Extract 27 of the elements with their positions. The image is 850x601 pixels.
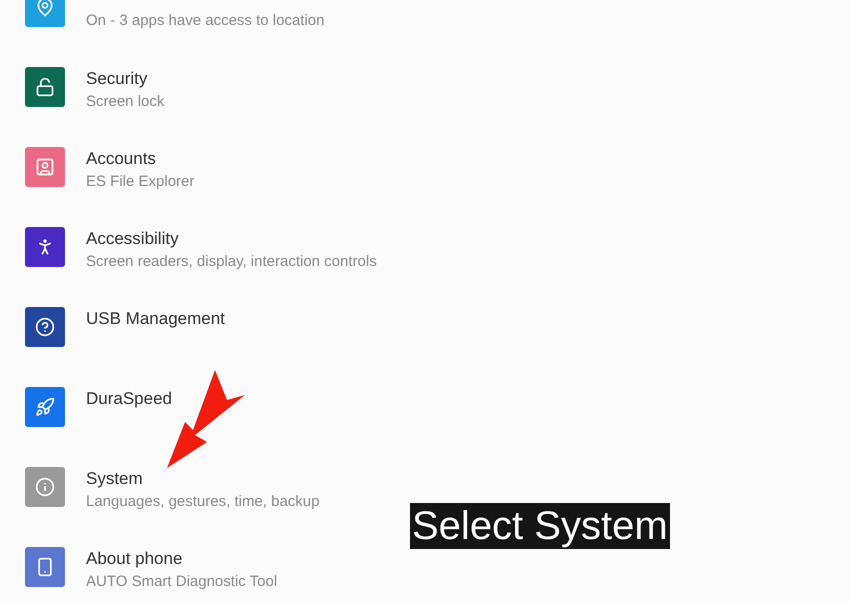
settings-item[interactable]: USB Management bbox=[0, 307, 400, 387]
map-pin-icon bbox=[35, 0, 55, 17]
setting-title: Accounts bbox=[86, 148, 157, 170]
video-caption: Select System bbox=[410, 503, 670, 549]
settings-item[interactable]: About phone AUTO Smart Diagnostic Tool bbox=[0, 547, 400, 601]
open-padlock-icon bbox=[35, 77, 55, 97]
settings-item[interactable]: System Languages, gestures, time, backup bbox=[0, 467, 400, 547]
setting-subtitle: Screen lock bbox=[86, 92, 164, 112]
settings-item[interactable]: Security Screen lock bbox=[0, 67, 400, 147]
setting-title: Accessibility bbox=[86, 228, 180, 250]
setting-subtitle: Languages, gestures, time, backup bbox=[86, 492, 320, 512]
setting-subtitle: On - 3 apps have access to location bbox=[86, 11, 324, 31]
setting-title: About phone bbox=[86, 548, 184, 570]
setting-title: Security bbox=[86, 68, 148, 90]
rocket-icon bbox=[35, 397, 55, 417]
user-portrait-icon bbox=[35, 157, 55, 177]
question-circle-icon bbox=[35, 317, 55, 337]
settings-item[interactable]: Accounts ES File Explorer bbox=[0, 147, 400, 227]
settings-item[interactable]: Accessibility Screen readers, display, interaction controls bbox=[0, 227, 400, 307]
setting-title: USB Management bbox=[86, 308, 225, 330]
setting-title: DuraSpeed bbox=[86, 388, 172, 410]
setting-subtitle: AUTO Smart Diagnostic Tool bbox=[86, 572, 278, 592]
setting-subtitle: ES File Explorer bbox=[86, 172, 194, 192]
info-icon bbox=[35, 477, 55, 497]
setting-subtitle: Screen readers, display, interaction controls bbox=[86, 252, 377, 272]
settings-item[interactable]: DuraSpeed bbox=[0, 387, 400, 467]
setting-title: System bbox=[86, 468, 144, 490]
